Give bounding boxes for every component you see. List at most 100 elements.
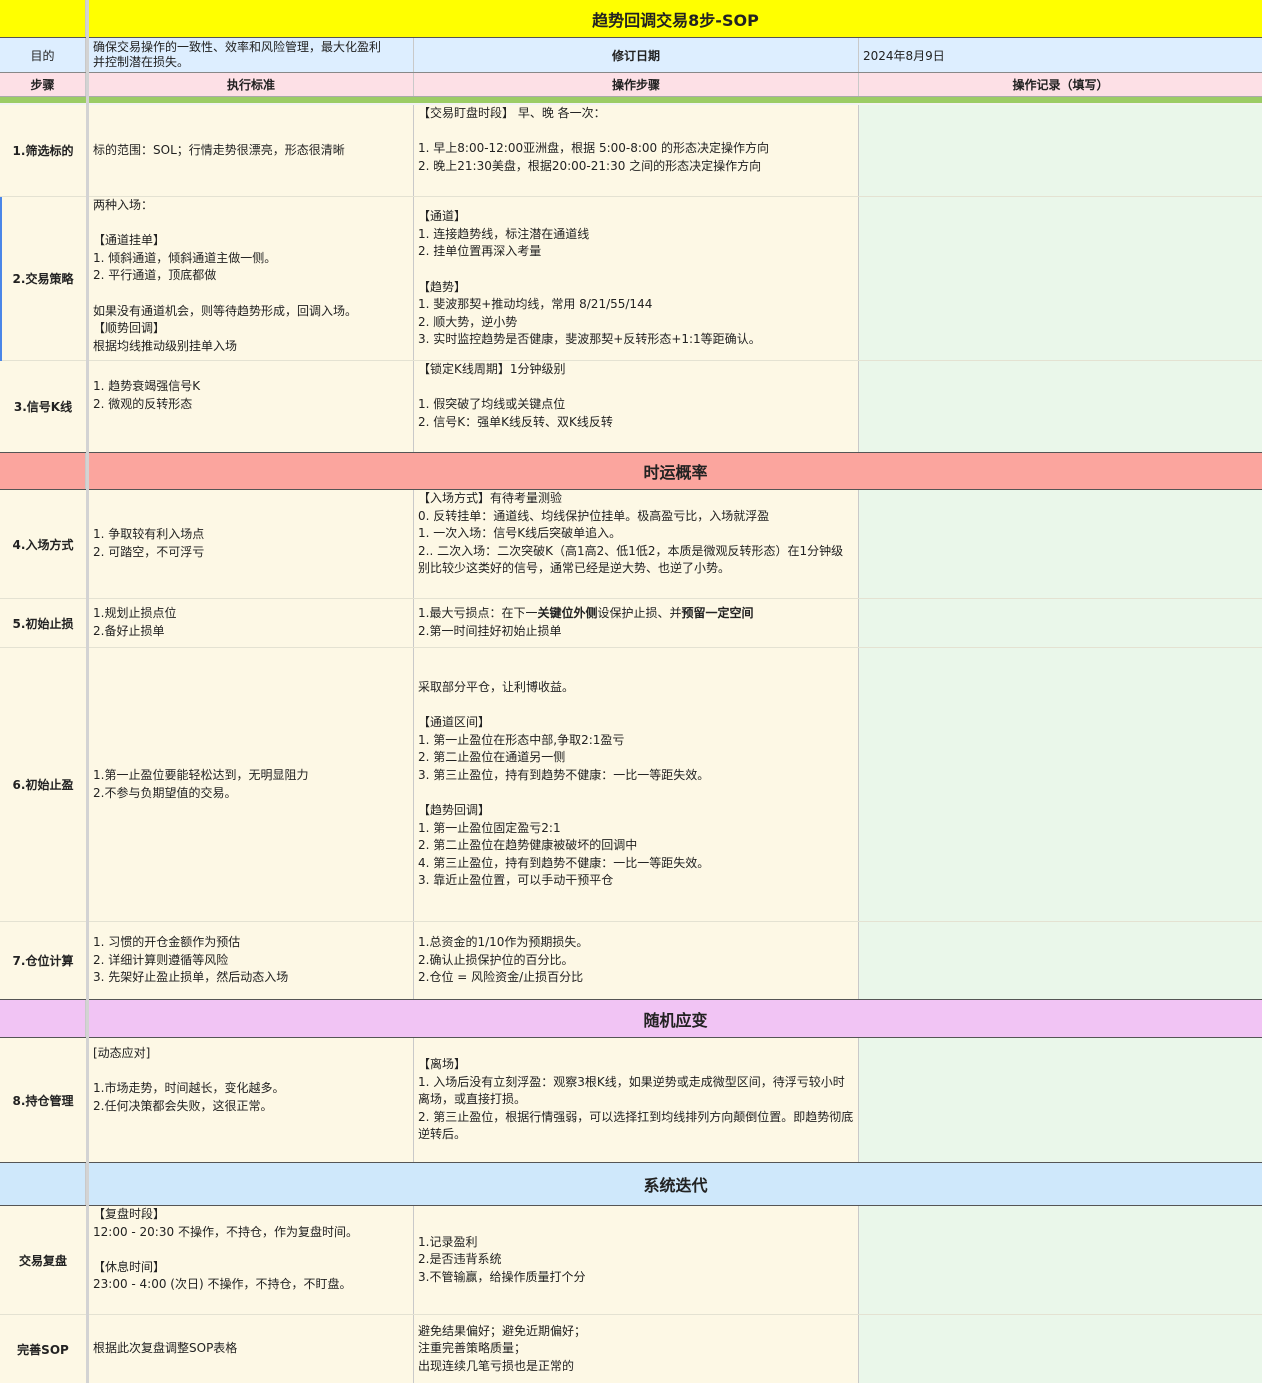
operation-cell[interactable]: 【入场方式】有待考量测验 0. 反转挂单：通道线、均线保护位挂单。极高盈亏比，入… [414, 490, 859, 598]
standard-text: 标的范围：SOL；行情走势很漂亮，形态很清晰 [93, 142, 345, 157]
step-name: 2.交易策略 [12, 272, 74, 286]
page-title: 趋势回调交易8步-SOP [592, 10, 759, 30]
step-name-cell: 6.初始止盈 [0, 648, 86, 921]
operation-text: 【通道】 1. 连接趋势线，标注潜在通道线 2. 挂单位置再深入考量 【趋势】 … [418, 209, 761, 347]
record-cell[interactable] [859, 922, 1262, 999]
section-title-cell: 随机应变 [89, 1000, 1262, 1037]
standard-cell[interactable]: 根据此次复盘调整SOP表格 [89, 1315, 414, 1383]
record-cell[interactable] [859, 1038, 1262, 1162]
operation-text-part: 设保护止损、并 [597, 606, 682, 621]
revision-label: 修订日期 [611, 48, 660, 63]
step-name-cell: 2.交易策略 [0, 197, 86, 360]
step-name-cell: 完善SOP [0, 1315, 86, 1383]
record-cell[interactable] [859, 1315, 1262, 1383]
header-record-cell: 操作记录（填写） [859, 73, 1262, 96]
operation-text: 1.最大亏损点：在下一关键位外侧设保护止损、并预留一定空间 2.第一时间挂好初始止… [418, 605, 754, 640]
record-cell[interactable] [859, 105, 1262, 196]
section-title: 随机应变 [643, 1010, 708, 1030]
step-name-cell: 1.筛选标的 [0, 105, 86, 196]
title-cell: 趋势回调交易8步-SOP [89, 0, 1262, 37]
record-cell[interactable] [859, 490, 1262, 598]
standard-cell[interactable]: 两种入场： 【通道挂单】 1. 倾斜通道，倾斜通道主做一侧。 2. 平行通道，顶… [89, 197, 414, 360]
header-record: 操作记录（填写） [1012, 78, 1109, 92]
step-row-1: 1.筛选标的 标的范围：SOL；行情走势很漂亮，形态很清晰 【交易盯盘时段】 早… [0, 105, 1262, 197]
section-title-cell: 时运概率 [89, 453, 1262, 489]
step-name: 4.入场方式 [12, 537, 74, 552]
step-row-4: 4.入场方式 1. 争取较有利入场点 2. 可踏空，不可浮亏 【入场方式】有待考… [0, 490, 1262, 599]
header-row: 步骤 执行标准 操作步骤 操作记录（填写） [0, 73, 1262, 97]
operation-text: 【离场】 1. 入场后没有立刻浮盈：观察3根K线，如果逆势或走成微型区间，待浮亏… [418, 1057, 854, 1142]
section-title: 时运概率 [643, 463, 708, 482]
operation-text: 【锁定K线周期】1分钟级别 1. 假突破了均线或关键点位 2. 信号K：强单K线… [418, 362, 613, 429]
step-name-cell: 7.仓位计算 [0, 922, 86, 999]
standard-text: 1.规划止损点位 2.备好止损单 [93, 606, 177, 638]
header-steps-cell: 步骤 [0, 73, 86, 96]
operation-text: 【入场方式】有待考量测验 0. 反转挂单：通道线、均线保护位挂单。极高盈亏比，入… [418, 491, 844, 576]
section-adapt: 随机应变 [0, 999, 1262, 1038]
standard-text: 【复盘时段】 12:00 - 20:30 不操作，不持仓，作为复盘时间。 【休息… [93, 1207, 358, 1292]
section-title-cell: 系统迭代 [89, 1163, 1262, 1205]
standard-cell[interactable]: [动态应对] 1.市场走势，时间越长，变化越多。 2.任何决策都会失败，这很正常… [89, 1038, 414, 1162]
standard-text: 两种入场： 【通道挂单】 1. 倾斜通道，倾斜通道主做一侧。 2. 平行通道，顶… [93, 198, 358, 353]
operation-cell[interactable]: 【离场】 1. 入场后没有立刻浮盈：观察3根K线，如果逆势或走成微型区间，待浮亏… [414, 1038, 859, 1162]
standard-cell[interactable]: 1. 争取较有利入场点 2. 可踏空，不可浮亏 [89, 490, 414, 598]
operation-text-part: 1.最大亏损点：在下一 [418, 606, 538, 621]
step-name-cell: 5.初始止损 [0, 599, 86, 647]
purpose-text: 确保交易操作的一致性、效率和风险管理，最大化盈利 并控制潜在损失。 [93, 40, 382, 69]
standard-text: 1. 习惯的开仓金额作为预估 2. 详细计算则遵循等风险 3. 先架好止盈止损单… [93, 935, 289, 985]
operation-cell[interactable]: 1.记录盈利 2.是否违背系统 3.不管输赢，给操作质量打个分 [414, 1206, 859, 1314]
header-steps: 步骤 [30, 78, 55, 92]
standard-cell[interactable]: 标的范围：SOL；行情走势很漂亮，形态很清晰 [89, 105, 414, 196]
revision-label-cell: 修订日期 [414, 38, 859, 72]
header-standard: 执行标准 [226, 78, 275, 92]
standard-cell[interactable]: 【复盘时段】 12:00 - 20:30 不操作，不持仓，作为复盘时间。 【休息… [89, 1206, 414, 1314]
operation-text: 【交易盯盘时段】 早、晚 各一次： 1. 早上8:00-12:00亚洲盘，根据 … [418, 106, 769, 173]
record-cell[interactable] [859, 197, 1262, 360]
title-left-cell [0, 0, 86, 37]
record-cell[interactable] [859, 1206, 1262, 1314]
header-operation: 操作步骤 [611, 78, 660, 92]
record-cell[interactable] [859, 599, 1262, 647]
section-left-cell [0, 1000, 86, 1037]
header-operation-cell: 操作步骤 [414, 73, 859, 96]
revision-date-cell[interactable]: 2024年8月9日 [859, 38, 1262, 72]
step-row-5: 5.初始止损 1.规划止损点位 2.备好止损单 1.最大亏损点：在下一关键位外侧… [0, 599, 1262, 648]
purpose-label: 目的 [30, 48, 55, 63]
standard-cell[interactable]: 1. 习惯的开仓金额作为预估 2. 详细计算则遵循等风险 3. 先架好止盈止损单… [89, 922, 414, 999]
step-name: 7.仓位计算 [12, 954, 74, 968]
step-name-cell: 4.入场方式 [0, 490, 86, 598]
frozen-column-divider[interactable] [86, 0, 89, 1383]
operation-cell[interactable]: 采取部分平仓，让利博收益。 【通道区间】 1. 第一止盈位在形态中部,争取2:1… [414, 648, 859, 921]
operation-text: 1.总资金的1/10作为预期损失。 2.确认止损保护位的百分比。 2.仓位 = … [418, 935, 589, 985]
step-row-3: 3.信号K线 1. 趋势衰竭强信号K 2. 微观的反转形态 【锁定K线周期】1分… [0, 361, 1262, 452]
step-row-7: 7.仓位计算 1. 习惯的开仓金额作为预估 2. 详细计算则遵循等风险 3. 先… [0, 922, 1262, 999]
standard-cell[interactable]: 1.规划止损点位 2.备好止损单 [89, 599, 414, 647]
operation-cell[interactable]: 1.最大亏损点：在下一关键位外侧设保护止损、并预留一定空间 2.第一时间挂好初始止… [414, 599, 859, 647]
step-name: 5.初始止损 [12, 616, 74, 631]
operation-cell[interactable]: 【交易盯盘时段】 早、晚 各一次： 1. 早上8:00-12:00亚洲盘，根据 … [414, 105, 859, 196]
step-name: 完善SOP [17, 1342, 69, 1357]
operation-cell[interactable]: 【锁定K线周期】1分钟级别 1. 假突破了均线或关键点位 2. 信号K：强单K线… [414, 361, 859, 452]
standard-cell[interactable]: 1.第一止盈位要能轻松达到，无明显阻力 2.不参与负期望值的交易。 [89, 648, 414, 921]
standard-text: 1. 趋势衰竭强信号K 2. 微观的反转形态 [93, 379, 201, 411]
standard-text: 1.第一止盈位要能轻松达到，无明显阻力 2.不参与负期望值的交易。 [93, 767, 309, 800]
operation-text-part: 2.第一时间挂好初始止损单 [418, 624, 562, 638]
selection-edge [0, 197, 2, 361]
step-name-cell: 3.信号K线 [0, 361, 86, 452]
operation-text: 避免结果偏好；避免近期偏好； 注重完善策略质量； 出现连续几笔亏损也是正常的 [418, 1323, 587, 1373]
operation-cell[interactable]: 1.总资金的1/10作为预期损失。 2.确认止损保护位的百分比。 2.仓位 = … [414, 922, 859, 999]
section-left-cell [0, 1163, 86, 1205]
step-name: 3.信号K线 [13, 400, 73, 414]
step-row-2: 2.交易策略 两种入场： 【通道挂单】 1. 倾斜通道，倾斜通道主做一侧。 2.… [0, 197, 1262, 361]
section-iterate: 系统迭代 [0, 1162, 1262, 1206]
record-cell[interactable] [859, 648, 1262, 921]
record-cell[interactable] [859, 361, 1262, 452]
operation-cell[interactable]: 【通道】 1. 连接趋势线，标注潜在通道线 2. 挂单位置再深入考量 【趋势】 … [414, 197, 859, 360]
step-row-review: 交易复盘 【复盘时段】 12:00 - 20:30 不操作，不持仓，作为复盘时间… [0, 1206, 1262, 1315]
standard-cell[interactable]: 1. 趋势衰竭强信号K 2. 微观的反转形态 [89, 361, 414, 452]
purpose-text-cell[interactable]: 确保交易操作的一致性、效率和风险管理，最大化盈利 并控制潜在损失。 [89, 38, 414, 72]
step-row-improve: 完善SOP 根据此次复盘调整SOP表格 避免结果偏好；避免近期偏好； 注重完善策… [0, 1315, 1262, 1383]
operation-cell[interactable]: 避免结果偏好；避免近期偏好； 注重完善策略质量； 出现连续几笔亏损也是正常的 [414, 1315, 859, 1383]
header-standard-cell: 执行标准 [89, 73, 414, 96]
section-left-cell [0, 453, 86, 489]
